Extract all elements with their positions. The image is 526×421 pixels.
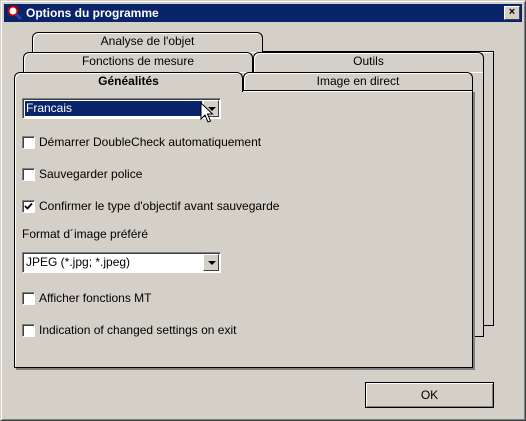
checkbox[interactable] bbox=[22, 292, 35, 305]
magnifier-icon bbox=[7, 5, 23, 21]
chevron-down-icon[interactable] bbox=[203, 254, 219, 271]
image-format-value: JPEG (*.jpg; *.jpeg) bbox=[26, 255, 131, 269]
checkbox-checked[interactable] bbox=[22, 200, 35, 213]
language-select-value: Francais bbox=[25, 101, 202, 116]
checkbox[interactable] bbox=[22, 324, 35, 337]
image-format-select[interactable]: JPEG (*.jpg; *.jpeg) bbox=[22, 252, 221, 273]
checkbox[interactable] bbox=[22, 168, 35, 181]
tab-generalites[interactable]: Généalités bbox=[14, 72, 243, 92]
language-select[interactable]: Francais bbox=[22, 98, 221, 119]
close-icon: × bbox=[508, 6, 516, 18]
options-dialog: Options du programme × Analyse de l'obje… bbox=[0, 0, 526, 421]
title-bar[interactable]: Options du programme × bbox=[4, 4, 522, 22]
image-format-label: Format d´image préféré bbox=[22, 227, 149, 241]
window-title: Options du programme bbox=[26, 6, 159, 20]
tab-fonctions-mesure[interactable]: Fonctions de mesure bbox=[23, 52, 253, 72]
checkmark-icon bbox=[24, 202, 33, 210]
ok-button[interactable]: OK bbox=[365, 382, 494, 408]
tab-image-direct[interactable]: Image en direct bbox=[243, 72, 473, 92]
tab-outils[interactable]: Outils bbox=[253, 52, 484, 72]
close-button[interactable]: × bbox=[504, 6, 520, 20]
checkbox[interactable] bbox=[22, 136, 35, 149]
tab-analyse-objet[interactable]: Analyse de l'objet bbox=[32, 32, 263, 52]
mouse-pointer-icon bbox=[200, 102, 214, 123]
